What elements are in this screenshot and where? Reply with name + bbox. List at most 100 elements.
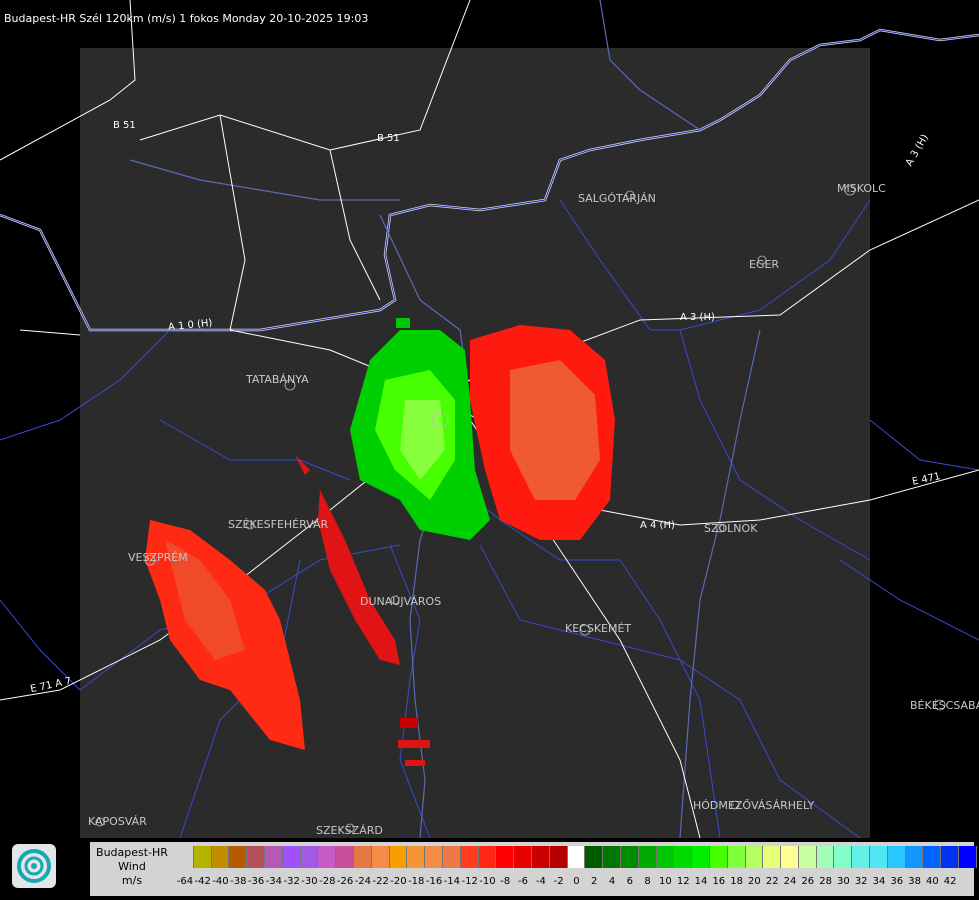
legend-value-label: -28 — [319, 876, 336, 887]
legend-swatch — [371, 846, 390, 868]
legend-swatch — [247, 846, 265, 868]
legend-swatch — [709, 846, 728, 868]
legend-value-label: 42 — [943, 876, 957, 887]
legend-swatch — [353, 846, 372, 868]
legend-value-label: -32 — [283, 876, 300, 887]
legend-swatch — [870, 846, 888, 868]
legend-value-label: 22 — [765, 876, 779, 887]
legend-value-label: 16 — [712, 876, 726, 887]
legend-swatch — [585, 846, 604, 868]
legend-title-line: m/s — [121, 874, 143, 887]
road-label: B 51 — [113, 120, 136, 131]
legend-swatch — [887, 846, 906, 868]
map-title: Budapest-HR Szél 120km (m/s) 1 fokos Mon… — [4, 12, 369, 25]
legend-value-label: -38 — [230, 876, 247, 887]
legend-swatch — [407, 846, 426, 868]
legend-swatch — [389, 846, 408, 868]
legend-value-labels: -64 -42 -40 -38 -36 -34 -32 -30 -28 -26 -24 -22 -20-… — [176, 876, 959, 890]
legend-value-label: -22 — [372, 876, 389, 887]
legend-swatch — [603, 846, 621, 868]
legend-swatch — [656, 846, 675, 868]
legend-value-label: -20 — [390, 876, 407, 887]
legend-value-label: 12 — [676, 876, 690, 887]
color-legend: Budapest-HR Wind m/s -64 -42 -40 -38 -36 -34-… — [90, 842, 977, 896]
legend-swatch — [442, 846, 461, 868]
legend-value-label: -8 — [500, 876, 511, 887]
road-label: A 4 (H) — [640, 520, 675, 531]
legend-swatch — [300, 846, 319, 868]
legend-swatch — [567, 846, 586, 868]
legend-swatch — [193, 846, 212, 868]
city-label: SZÉKESFEHÉRVÁR — [228, 518, 329, 531]
legend-value-label: 32 — [854, 876, 868, 887]
legend-color-scale — [176, 846, 977, 870]
legend-swatch — [531, 846, 550, 868]
legend-swatch — [745, 846, 764, 868]
legend-value-label: -4 — [535, 876, 546, 887]
legend-value-label: 30 — [837, 876, 850, 887]
legend-swatch — [638, 846, 657, 868]
legend-value-label: -34 — [265, 876, 283, 887]
legend-title-line: Budapest-HR — [96, 846, 168, 859]
legend-swatch — [941, 846, 960, 868]
legend-swatch — [282, 846, 301, 868]
city-label: SZEKSZÁRD — [316, 824, 383, 837]
legend-swatch — [425, 846, 443, 868]
legend-swatch — [496, 846, 515, 868]
legend-swatch — [674, 846, 693, 868]
radar-map — [0, 0, 979, 839]
legend-value-label: 40 — [926, 876, 939, 887]
legend-value-label: -18 — [408, 876, 425, 887]
legend-value-label: -10 — [479, 876, 496, 887]
city-label: HÓDMEZŐVÁSÁRHELY — [693, 799, 815, 812]
city-label: DUNAÚJVÁROS — [360, 595, 442, 608]
legend-value-label: 24 — [783, 876, 797, 887]
city-label: VESZPRÉM — [128, 551, 188, 564]
legend-swatch — [816, 846, 835, 868]
legend-swatch — [176, 846, 194, 868]
legend-swatch — [318, 846, 337, 868]
legend-value-label: -2 — [553, 876, 564, 887]
legend-swatch — [620, 846, 639, 868]
legend-swatch — [264, 846, 283, 868]
legend-value-label: -42 — [194, 876, 211, 887]
legend-value-label: -40 — [212, 876, 229, 887]
legend-value-label: -24 — [354, 876, 372, 887]
legend-value-label: -36 — [247, 876, 265, 887]
legend-swatch — [798, 846, 817, 868]
legend-swatch — [763, 846, 782, 868]
legend-value-label: -16 — [425, 876, 443, 887]
legend-swatch — [229, 846, 248, 868]
legend-swatch — [478, 846, 497, 868]
legend-value-label: 2 — [591, 876, 598, 887]
legend-swatch — [959, 846, 977, 868]
legend-value-label: 0 — [573, 876, 580, 887]
city-label: TATABÁNYA — [246, 373, 309, 386]
legend-value-label: 26 — [801, 876, 815, 887]
legend-value-label: 34 — [872, 876, 886, 887]
legend-swatch — [692, 846, 710, 868]
legend-value-label: -26 — [336, 876, 354, 887]
city-label: KAPOSVÁR — [88, 815, 147, 828]
city-label: BÉKÉSCSABA — [910, 699, 979, 712]
legend-value-label: 10 — [659, 876, 672, 887]
legend-value-label: -12 — [461, 876, 478, 887]
legend-value-label: 6 — [626, 876, 633, 887]
legend-value-label: 20 — [748, 876, 761, 887]
road-label: A 3 (H) — [680, 312, 715, 323]
city-label: SALGÓTARJÁN — [578, 192, 656, 205]
legend-swatch — [923, 846, 942, 868]
legend-value-label: -30 — [301, 876, 318, 887]
legend-swatch — [781, 846, 799, 868]
legend-value-label: -14 — [443, 876, 461, 887]
legend-title-line: Wind — [118, 860, 146, 873]
legend-title: Budapest-HR Wind m/s — [90, 846, 174, 888]
legend-value-label: 38 — [908, 876, 921, 887]
legend-value-label: -64 — [176, 876, 194, 887]
legend-value-label: 8 — [644, 876, 651, 887]
legend-swatch — [905, 846, 924, 868]
legend-swatch — [549, 846, 568, 868]
legend-value-label: -6 — [518, 876, 529, 887]
legend-value-label: 18 — [730, 876, 743, 887]
legend-value-label: 4 — [608, 876, 616, 887]
